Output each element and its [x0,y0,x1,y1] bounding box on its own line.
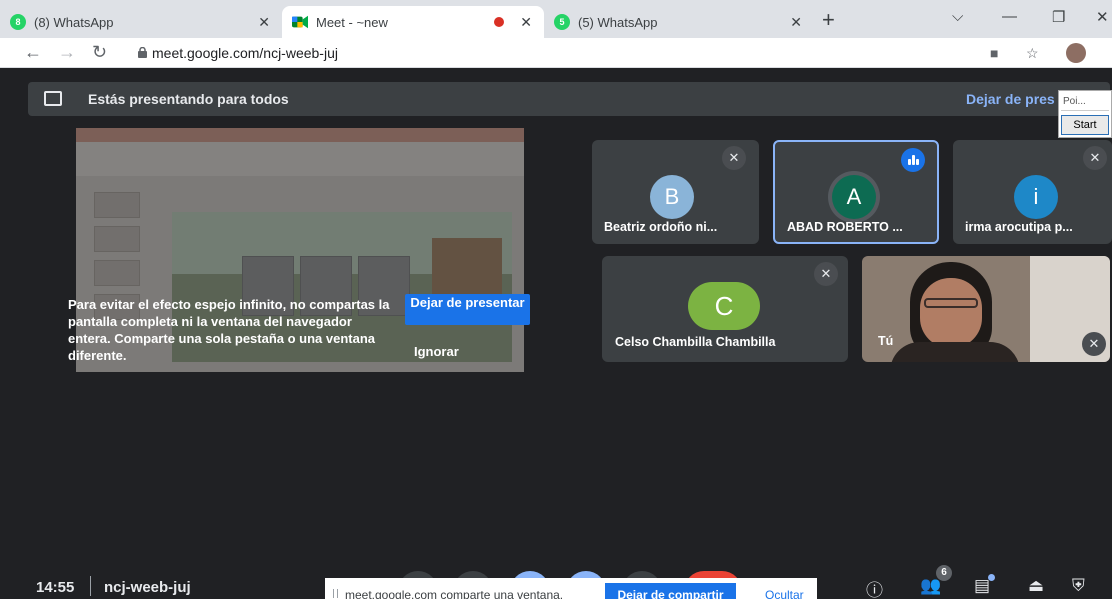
mirror-warning-text: Para evitar el efecto espejo infinito, n… [68,297,390,363]
participant-name: Beatriz ordoño ni... [604,220,718,234]
share-bar-text: meet.google.com comparte una ventana. [345,588,564,599]
participant-tile-abad[interactable]: A ABAD ROBERTO ... [773,140,939,244]
activities-icon[interactable]: ⏏ [1028,576,1044,596]
host-controls-icon[interactable]: ⛨ [1072,576,1085,596]
profile-avatar[interactable] [1066,43,1086,63]
whatsapp-icon: 5 [554,14,570,30]
participant-name: ABAD ROBERTO ... [787,220,903,234]
speaking-icon [901,148,925,172]
close-icon[interactable]: ✕ [520,14,532,31]
close-icon[interactable]: ✕ [790,14,802,31]
restore-icon[interactable]: ❐ [1052,8,1065,26]
start-button[interactable]: Start [1061,115,1109,135]
presenting-banner: Estás presentando para todos Dejar de pr… [28,82,1110,116]
tab-title: (8) WhatsApp [34,14,114,30]
address-bar: ← → ↻ meet.google.com/ncj-weeb-juj ■ ☆ [0,38,1112,68]
close-window-icon[interactable]: ✕ [1096,8,1109,26]
browser-tab-strip: 8 (8) WhatsApp ✕ Meet - ~new ✕ 5 (5) Wha… [0,0,1112,38]
participant-name: Celso Chambilla Chambilla [615,335,776,349]
meeting-code: ncj-weeb-juj [104,579,191,596]
whatsapp-icon: 8 [10,14,26,30]
reload-icon[interactable]: ↻ [92,42,107,63]
present-icon [44,91,62,106]
tab-title: Meet - ~new [316,14,388,30]
info-icon[interactable]: ⓘ [866,576,883,599]
drag-handle-icon[interactable] [333,589,338,598]
people-icon[interactable]: 👥 [920,576,941,596]
hide-button[interactable]: Ocultar [765,588,804,599]
meeting-time: 14:55 [36,579,75,596]
new-tab-icon[interactable]: + [822,9,835,31]
self-video-tile[interactable]: ✕ Tú [862,256,1110,362]
ignore-button[interactable]: Ignorar [414,344,459,359]
avatar: i [1014,175,1058,219]
stop-sharing-button[interactable]: Dejar de compartir [605,583,736,599]
participant-tile-beatriz[interactable]: ✕ B Beatriz ordoño ni... [592,140,759,244]
meet-icon [292,14,308,30]
chevron-down-icon[interactable]: ⌵ [952,8,963,25]
close-icon[interactable]: ✕ [258,14,270,31]
avatar: B [650,175,694,219]
forward-icon[interactable]: → [58,42,76,63]
mic-off-icon: ✕ [1083,146,1107,170]
participant-name: Tú [878,334,894,348]
url-field[interactable]: meet.google.com/ncj-weeb-juj [152,45,338,61]
lock-icon [138,47,147,58]
mic-off-icon: ✕ [814,262,838,286]
divider [90,576,91,596]
avatar: C [688,282,760,330]
camera-icon[interactable]: ■ [990,45,998,61]
mini-window: Poi... Start [1058,90,1112,138]
mic-off-icon: ✕ [722,146,746,170]
back-icon[interactable]: ← [24,42,42,63]
mic-off-icon: ✕ [1082,332,1106,356]
chat-notification-dot [988,574,995,581]
recording-icon [494,17,504,27]
avatar: A [832,175,876,219]
tab-whatsapp-1[interactable]: 8 (8) WhatsApp ✕ [0,6,282,38]
participant-name: irma arocutipa p... [965,220,1073,234]
participant-tile-irma[interactable]: ✕ i irma arocutipa p... [953,140,1112,244]
banner-text: Estás presentando para todos [88,91,289,107]
stop-presenting-link[interactable]: Dejar de pres [966,91,1055,107]
tab-meet[interactable]: Meet - ~new ✕ [282,6,544,38]
tab-title: (5) WhatsApp [578,14,658,30]
mini-input[interactable]: Poi... [1061,93,1109,111]
participant-tile-celso[interactable]: ✕ C Celso Chambilla Chambilla [602,256,848,362]
screen-share-bar: meet.google.com comparte una ventana. De… [325,578,817,599]
star-icon[interactable]: ☆ [1026,45,1039,62]
stop-presenting-button[interactable]: Dejar de presentar [405,294,530,325]
tab-whatsapp-2[interactable]: 5 (5) WhatsApp ✕ [544,6,814,38]
minimize-icon[interactable]: — [1002,8,1017,25]
